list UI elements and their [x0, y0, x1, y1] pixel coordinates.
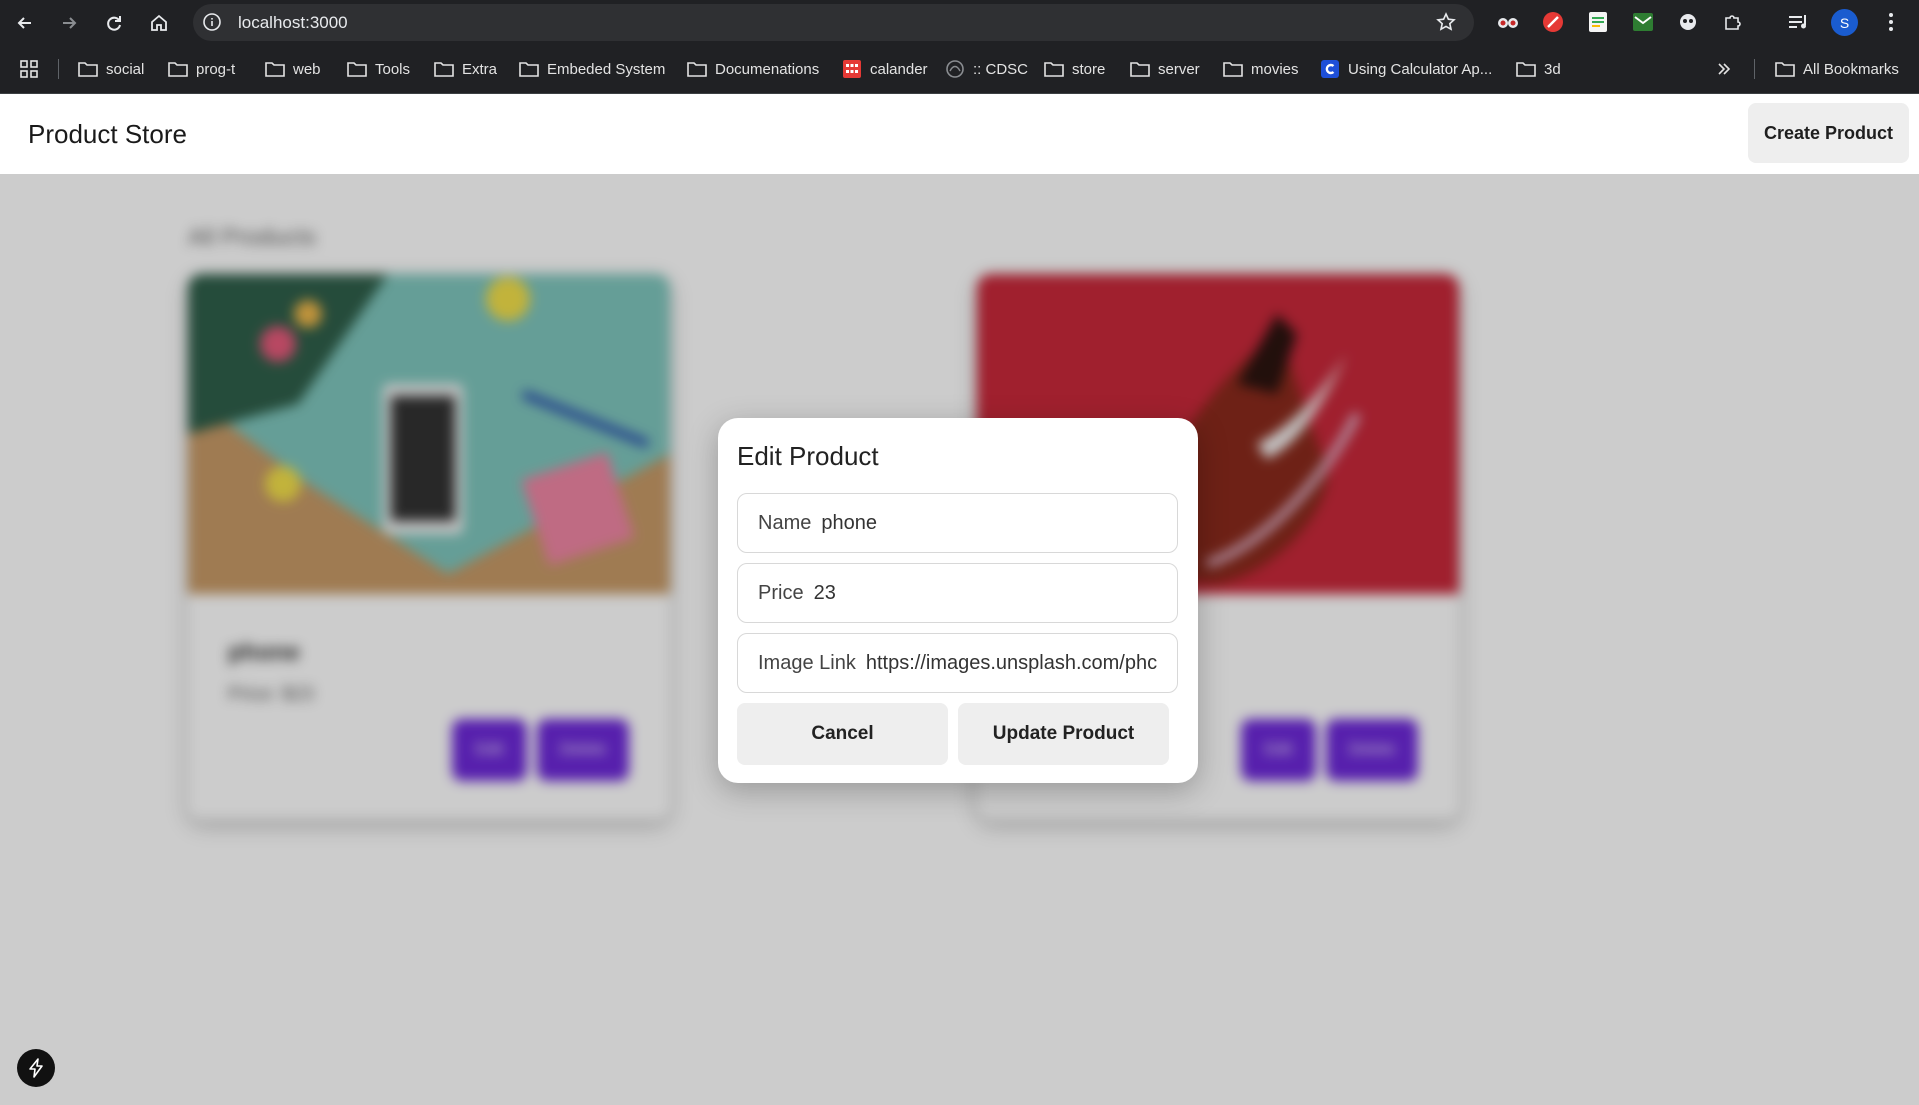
name-input[interactable] [821, 511, 1177, 535]
bookmark-calander[interactable]: calander [842, 58, 928, 80]
url-text[interactable]: localhost:3000 [238, 13, 348, 33]
bookmarks-divider [1754, 59, 1755, 79]
bookmark-store[interactable]: store [1044, 58, 1105, 80]
image-link-input[interactable] [865, 651, 1177, 675]
edit-product-modal: Edit Product Name Price Image Link Cance… [718, 418, 1198, 783]
home-icon [151, 14, 167, 31]
modal-title: Edit Product [737, 441, 879, 471]
bookmark-extra[interactable]: Extra [434, 58, 497, 80]
folder-icon [265, 62, 285, 77]
bookmarks-divider [58, 59, 59, 79]
bookmark-social[interactable]: social [78, 58, 144, 80]
bookmark-label: social [106, 60, 145, 78]
name-field-label: Name [758, 511, 812, 534]
bookmark-label: Tools [375, 60, 411, 78]
folder-icon [1775, 62, 1795, 77]
bookmark-cdsc[interactable]: :: CDSC [945, 58, 1028, 80]
profile-avatar[interactable]: S [1831, 9, 1858, 36]
folder-icon [347, 62, 367, 77]
bookmark-label: movies [1251, 60, 1299, 78]
cdsc-site-icon [946, 60, 964, 78]
home-button[interactable] [144, 8, 174, 38]
extension-mask-icon[interactable] [1674, 8, 1702, 36]
site-info-icon[interactable] [202, 12, 222, 37]
bookmark-label: calander [870, 60, 928, 78]
bookmark-label: server [1158, 60, 1200, 78]
folder-icon [1130, 62, 1150, 77]
name-field[interactable]: Name [737, 493, 1178, 553]
price-field-label: Price [758, 581, 804, 604]
calendar-app-icon [843, 60, 861, 78]
bookmark-server[interactable]: server [1130, 58, 1200, 80]
browser-toolbar: localhost:3000 S [0, 0, 1919, 45]
bookmark-3d[interactable]: 3d [1516, 58, 1561, 80]
extension-sheets-icon[interactable] [1584, 8, 1612, 36]
forward-button[interactable] [54, 8, 84, 38]
all-bookmarks[interactable]: All Bookmarks [1775, 58, 1899, 80]
dev-tools-lightning-icon[interactable] [17, 1049, 55, 1087]
folder-icon [168, 62, 188, 77]
bookmark-label: prog-t [196, 60, 236, 78]
page-title: Product Store [28, 119, 187, 149]
bookmark-star-icon[interactable] [1436, 12, 1456, 37]
folder-icon [1044, 62, 1064, 77]
folder-icon [78, 62, 98, 77]
back-arrow-icon [17, 17, 31, 29]
extension-glasses-icon[interactable] [1494, 8, 1522, 36]
app-header: Product Store Create Product [0, 94, 1919, 174]
bookmark-using-calculator[interactable]: Using Calculator Ap... [1320, 58, 1492, 80]
create-product-button[interactable]: Create Product [1748, 103, 1909, 163]
bookmark-label: Documenations [715, 60, 820, 78]
apps-grid-icon[interactable] [19, 58, 39, 80]
bookmark-embeded-system[interactable]: Embeded System [519, 58, 665, 80]
browser-menu-icon[interactable] [1877, 8, 1905, 36]
extension-blocker-icon[interactable] [1539, 8, 1567, 36]
address-bar[interactable]: localhost:3000 [193, 4, 1474, 41]
bookmark-prog-t[interactable]: prog-t [168, 58, 235, 80]
media-controls-icon[interactable] [1785, 8, 1813, 36]
bookmarks-bar: social prog-t web Tools Extra Embeded Sy… [0, 45, 1919, 94]
bookmark-web[interactable]: web [265, 58, 321, 80]
back-button[interactable] [10, 8, 40, 38]
folder-icon [1516, 62, 1536, 77]
calculator-site-icon [1321, 60, 1339, 78]
folder-icon [434, 62, 454, 77]
bookmark-label: web [293, 60, 321, 78]
bookmark-label: :: CDSC [973, 60, 1029, 78]
folder-icon [519, 62, 539, 77]
bookmark-movies[interactable]: movies [1223, 58, 1299, 80]
bookmark-label: Extra [462, 60, 498, 78]
cancel-button[interactable]: Cancel [737, 703, 948, 765]
reload-icon [107, 16, 121, 31]
update-product-button[interactable]: Update Product [958, 703, 1169, 765]
image-link-field-label: Image Link [758, 651, 856, 674]
bookmark-label: 3d [1544, 60, 1561, 78]
price-field[interactable]: Price [737, 563, 1178, 623]
forward-arrow-icon [63, 17, 77, 29]
extension-mail-icon[interactable] [1629, 8, 1657, 36]
folder-icon [687, 62, 707, 77]
image-link-field[interactable]: Image Link [737, 633, 1178, 693]
bookmark-label: Using Calculator Ap... [1348, 60, 1493, 78]
bookmark-documenations[interactable]: Documenations [687, 58, 819, 80]
reload-button[interactable] [99, 8, 129, 38]
folder-icon [1223, 62, 1243, 77]
bookmark-tools[interactable]: Tools [347, 58, 410, 80]
bookmark-label: store [1072, 60, 1106, 78]
price-input[interactable] [813, 581, 1177, 605]
all-bookmarks-label: All Bookmarks [1803, 60, 1899, 78]
bookmark-label: Embeded System [547, 60, 666, 78]
extensions-puzzle-icon[interactable] [1719, 8, 1747, 36]
more-bookmarks-chevron-icon[interactable] [1716, 58, 1732, 80]
